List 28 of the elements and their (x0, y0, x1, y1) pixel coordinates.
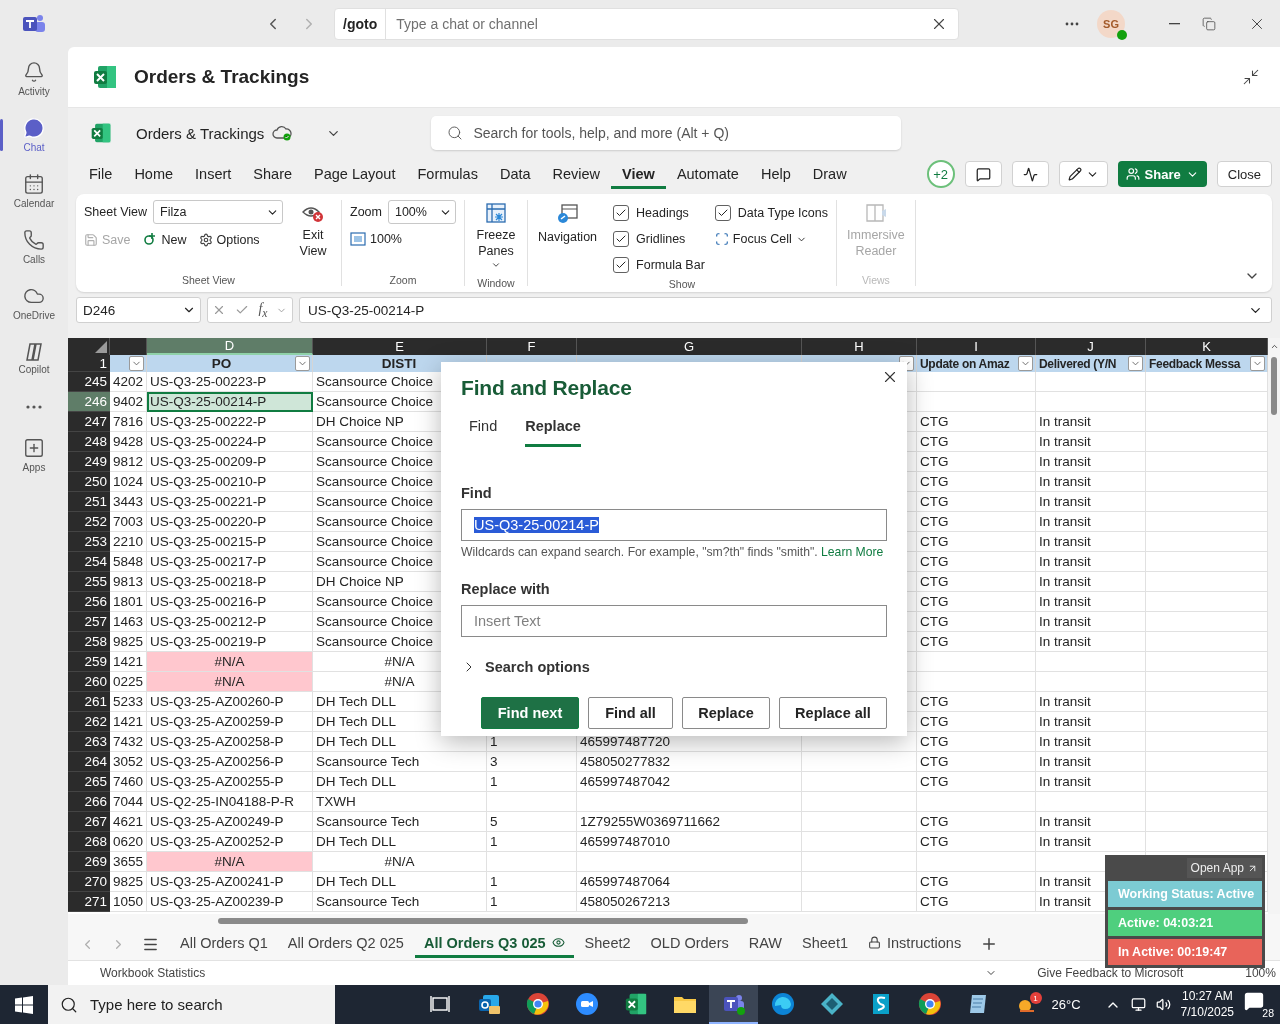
column-header: Feedback Messa (1149, 356, 1241, 371)
goto-label: /goto (335, 8, 387, 39)
status-item: Active: 04:03:21 (1108, 910, 1262, 936)
status-item: Working Status: Active (1108, 881, 1262, 907)
group-label: Window (476, 276, 516, 289)
app-title: Orders & Trackings (134, 66, 310, 88)
field-label: Zoom (350, 205, 382, 219)
checkbox-label: Gridlines (636, 232, 686, 246)
checkbox-label: Data Type Icons (737, 206, 828, 220)
column-header: Update on Amaz (920, 356, 1010, 371)
search-placeholder: Type a chat or channel (395, 15, 539, 32)
zoom-level: 100% (1245, 966, 1276, 980)
document-title: Orders & Trackings (136, 124, 265, 142)
group-label: Sheet View (181, 274, 236, 286)
checkbox-label: Formula Bar (636, 258, 705, 272)
group-label: Views (861, 274, 891, 286)
temperature: 26°C (1051, 997, 1081, 1012)
column-header: PO (211, 356, 232, 371)
field-label: Sheet View (84, 205, 147, 219)
row-number: 1 (68, 355, 110, 372)
weather-badge: 1 (1029, 992, 1042, 1004)
group-label: Zoom (388, 274, 418, 286)
status-text: Workbook Statistics (100, 966, 206, 980)
group-label: Show (667, 278, 697, 290)
status-item: In Active: 00:19:47 (1108, 939, 1262, 965)
column-header: Delivered (Y/N (1039, 356, 1117, 371)
column-header: DISTI (381, 356, 417, 371)
checkbox-label: Headings (636, 206, 689, 220)
